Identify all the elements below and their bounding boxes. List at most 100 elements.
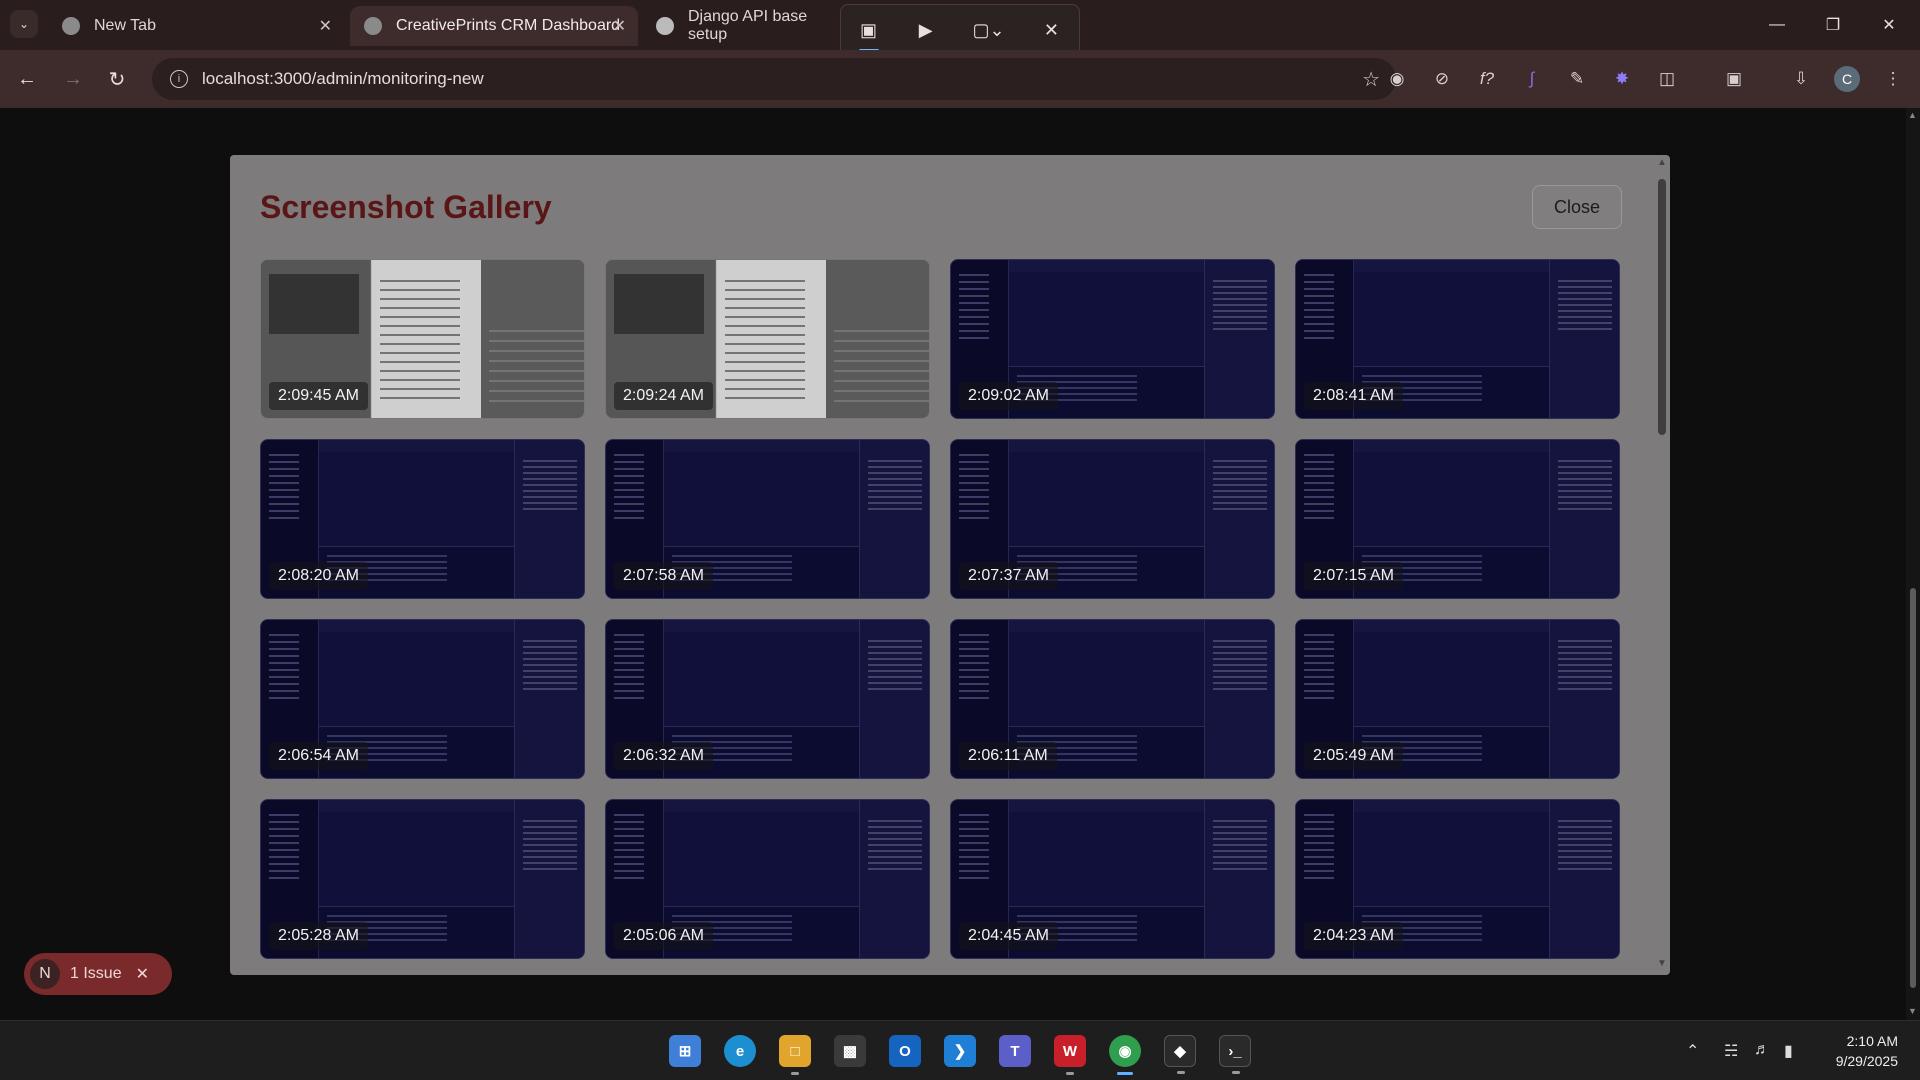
volume-icon[interactable]: ♬ [1754,1041,1770,1059]
screenshot-timestamp: 2:08:41 AM [1304,382,1403,410]
scroll-down-icon[interactable]: ▼ [1908,1006,1917,1016]
profile-avatar[interactable]: C [1834,66,1860,92]
screenshot-grid: 2:09:45 AM 2:09:24 AM 2:09:02 AM 2:08:41 AM… [260,259,1620,959]
restore-button[interactable]: ❐ [1810,10,1856,40]
screenshot-thumbnail[interactable]: 2:08:20 AM [260,439,585,599]
tab-title: CreativePrints CRM Dashboard [396,17,621,34]
thumbnail-preview-top [1009,440,1204,452]
extensions-puzzle-icon[interactable]: ◫ [1654,66,1680,92]
video-mode-button[interactable]: ▶ [908,12,943,48]
screenshot-thumbnail[interactable]: 2:09:45 AM [260,259,585,419]
url-text[interactable]: localhost:3000/admin/monitoring-new [202,69,484,89]
thumbnail-preview-top [1354,440,1549,452]
scroll-down-icon[interactable]: ▼ [1657,958,1667,969]
screenshot-mode-button[interactable]: ▣ [851,12,886,52]
chrome-icon[interactable]: ◉ [1109,1035,1141,1075]
close-button[interactable]: Close [1532,185,1622,229]
vscode-icon[interactable]: ❯ [944,1035,976,1067]
screenshot-thumbnail[interactable]: 2:09:24 AM [605,259,930,419]
screenshot-thumbnail[interactable]: 2:06:54 AM [260,619,585,779]
tab-search-button[interactable]: ⌄ [10,10,38,38]
chrome-favicon-icon [62,17,80,35]
screenshot-timestamp: 2:09:24 AM [614,382,713,410]
screenshot-thumbnail[interactable]: 2:07:58 AM [605,439,930,599]
back-button[interactable]: ← [12,64,42,94]
screenshot-thumbnail[interactable]: 2:06:32 AM [605,619,930,779]
screenshot-thumbnail[interactable]: 2:05:06 AM [605,799,930,959]
thumbnail-preview-top [664,440,859,452]
screenshot-timestamp: 2:09:45 AM [269,382,368,410]
modal-scrollbar-thumb[interactable] [1658,179,1666,435]
thumbnail-preview-term [481,260,584,418]
more-menu-icon[interactable]: ⋮ [1880,66,1906,92]
tab-new-tab[interactable]: New Tab ✕ [48,6,344,46]
issue-count-label[interactable]: 1 Issue [70,965,122,983]
tab-crm-dashboard[interactable]: CreativePrints CRM Dashboard ✕ [350,6,638,46]
thumbnail-preview-top [1354,260,1549,272]
forward-button[interactable]: → [58,64,88,94]
battery-icon[interactable]: ▮ [1784,1041,1793,1061]
screenshot-thumbnail[interactable]: 2:09:02 AM [950,259,1275,419]
screenshot-timestamp: 2:06:32 AM [614,742,713,770]
screenshot-thumbnail[interactable]: 2:04:23 AM [1295,799,1620,959]
screenshot-thumbnail[interactable]: 2:05:49 AM [1295,619,1620,779]
wifi-icon[interactable]: ☵ [1724,1041,1738,1061]
taskbar: ⊞ e □ ▩ O ❯ T W ◉ ◆ ›_ ⌃ ☵ ♬ ▮ 2:10 AM 9… [0,1020,1920,1080]
reload-button[interactable]: ↻ [102,64,132,94]
camera-extension-icon[interactable]: ◉ [1384,66,1410,92]
close-tab-icon[interactable]: ✕ [319,16,332,36]
capture-area-dropdown[interactable]: ▢⌄ [965,12,1012,48]
microsoft-store-icon[interactable]: ▩ [834,1035,866,1067]
bookmark-star-icon[interactable]: ☆ [1362,67,1380,92]
page-scrollbar-thumb[interactable] [1910,588,1916,988]
thumbnail-preview-top [664,800,859,812]
close-capture-button[interactable]: ✕ [1034,12,1069,48]
thumbnail-preview-panel [859,440,929,598]
camera-icon: ▣ [860,19,878,40]
nextjs-logo: N [30,959,60,989]
thumbnail-preview-panel [1204,440,1274,598]
gear-extension-icon[interactable]: ✸ [1609,66,1635,92]
app-icon[interactable]: ◆ [1164,1035,1196,1074]
modal-scrollbar[interactable]: ▲ ▼ [1654,155,1670,975]
scroll-up-icon[interactable]: ▲ [1908,110,1917,120]
screenshot-thumbnail[interactable]: 2:05:28 AM [260,799,585,959]
screenshot-thumbnail[interactable]: 2:07:37 AM [950,439,1275,599]
minimize-button[interactable]: — [1754,10,1800,40]
font-finder-extension-icon[interactable]: f? [1474,66,1500,92]
dismiss-issue-icon[interactable]: ✕ [136,964,149,984]
screenshot-thumbnail[interactable]: 2:06:11 AM [950,619,1275,779]
selection-area-icon: ▢⌄ [972,19,1005,40]
screenshot-thumbnail[interactable]: 2:08:41 AM [1295,259,1620,419]
color-picker-extension-icon[interactable]: ✎ [1564,66,1590,92]
file-explorer-icon[interactable]: □ [779,1035,811,1075]
teams-icon[interactable]: T [999,1035,1031,1067]
minimize-icon: — [1769,16,1785,33]
close-tab-icon[interactable]: ✕ [613,16,626,36]
close-icon: ✕ [1043,19,1059,40]
page-scrollbar[interactable]: ▲ ▼ [1906,108,1920,1020]
download-icon[interactable]: ⇩ [1788,66,1814,92]
chevron-up-icon[interactable]: ⌃ [1686,1041,1699,1061]
site-info-icon[interactable]: i [170,70,188,88]
compass-extension-icon[interactable]: ⊘ [1429,66,1455,92]
wps-office-icon[interactable]: W [1054,1035,1086,1075]
screenshot-thumbnail[interactable]: 2:07:15 AM [1295,439,1620,599]
thumbnail-preview-top [319,800,514,812]
close-window-button[interactable]: ✕ [1866,10,1912,40]
globe-favicon-icon [364,17,382,35]
screenshot-thumbnail[interactable]: 2:04:45 AM [950,799,1275,959]
stylus-extension-icon[interactable]: ∫ [1519,66,1545,92]
thumbnail-preview-panel [1204,620,1274,778]
tab-django-api[interactable]: Django API base setup [642,6,842,46]
system-clock[interactable]: 2:10 AM 9/29/2025 [1820,1031,1898,1071]
address-bar[interactable]: i localhost:3000/admin/monitoring-new ☆ [152,58,1396,100]
terminal-icon[interactable]: ›_ [1219,1035,1251,1074]
scroll-up-icon[interactable]: ▲ [1657,157,1667,168]
screen-capture-icon[interactable]: ▣ [1721,66,1747,92]
issues-badge[interactable]: N 1 Issue ✕ [24,953,172,995]
outlook-icon[interactable]: O [889,1035,921,1067]
edge-browser-icon[interactable]: e [724,1035,756,1067]
screenshot-timestamp: 2:06:54 AM [269,742,368,770]
windows-start-icon[interactable]: ⊞ [669,1035,701,1067]
